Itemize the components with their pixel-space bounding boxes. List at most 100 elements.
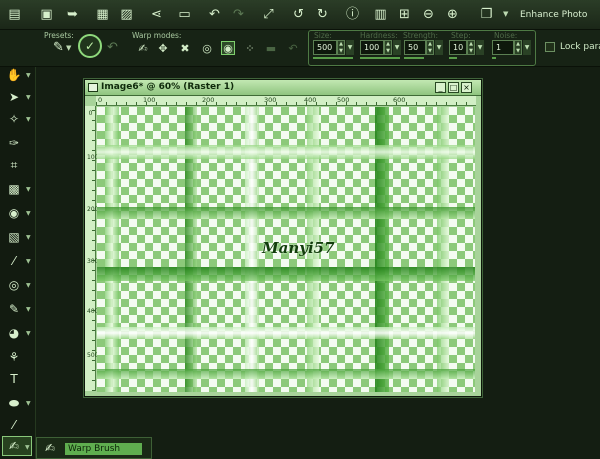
- image-window[interactable]: Image6* @ 60% (Raster 1) _ □ × 0 100 200…: [84, 79, 482, 397]
- warp-brush-icon: ✍: [45, 441, 56, 455]
- noise-mode-icon[interactable]: ⁘: [243, 41, 257, 55]
- contract-mode-icon[interactable]: ✖: [178, 41, 192, 55]
- shape-icon[interactable]: ⬬: [6, 395, 22, 411]
- chevron-down-icon[interactable]: ▼: [26, 283, 32, 289]
- strength-stepper[interactable]: ▲ ▼: [426, 40, 434, 55]
- hardness-slider[interactable]: [360, 57, 400, 59]
- image-canvas[interactable]: Manyi57: [97, 107, 475, 392]
- minimize-icon[interactable]: _: [435, 82, 446, 93]
- chevron-down-icon[interactable]: ▼: [26, 331, 32, 337]
- new-icon[interactable]: ▤: [6, 6, 23, 23]
- noise-stepper[interactable]: ▲ ▼: [514, 40, 522, 55]
- zoom-in-icon[interactable]: ⊕: [444, 6, 461, 23]
- ruler-label: 500: [337, 96, 350, 104]
- save-icon[interactable]: ▦: [94, 6, 111, 23]
- lock-checkbox[interactable]: [545, 42, 555, 52]
- pan-icon[interactable]: ✋: [6, 67, 22, 83]
- grid-icon[interactable]: ⊞: [396, 6, 413, 23]
- noise-label: Noise:: [494, 31, 518, 40]
- unwarp-mode-icon[interactable]: ↶: [286, 41, 300, 55]
- open-icon[interactable]: ▣: [38, 6, 55, 23]
- steps-label: Step:: [451, 31, 471, 40]
- hardness-dropdown-icon[interactable]: ▼: [393, 40, 401, 55]
- iron-mode-icon[interactable]: ▬: [264, 41, 278, 55]
- eraser-icon[interactable]: ✎: [6, 301, 22, 317]
- chevron-down-icon[interactable]: ▼: [26, 187, 32, 193]
- crop-icon[interactable]: ⌗: [6, 157, 22, 173]
- warp-modes-label: Warp modes:: [132, 31, 182, 40]
- tool-name-tab: ✍ Warp Brush: [36, 437, 152, 459]
- apply-button[interactable]: ✓: [78, 34, 102, 58]
- print-icon[interactable]: ▭: [176, 6, 193, 23]
- chevron-down-icon[interactable]: ▼: [26, 235, 32, 241]
- text-icon[interactable]: T: [6, 371, 22, 387]
- chevron-down-icon[interactable]: ▼: [26, 95, 32, 101]
- noise-slider[interactable]: [492, 57, 496, 59]
- preset-dropdown-icon[interactable]: ▼: [66, 45, 73, 52]
- size-dropdown-icon[interactable]: ▼: [346, 40, 354, 55]
- noise-dropdown-icon[interactable]: ▼: [523, 40, 531, 55]
- dropper-icon[interactable]: ✑: [6, 135, 22, 151]
- maximize-icon[interactable]: □: [448, 82, 459, 93]
- steps-dropdown-icon[interactable]: ▼: [476, 40, 484, 55]
- reset-icon[interactable]: ↶: [104, 39, 121, 56]
- undo-icon[interactable]: ↶: [206, 6, 223, 23]
- ruler-label: 200: [87, 206, 99, 213]
- save-as-icon[interactable]: ▨: [118, 6, 135, 23]
- strength-slider[interactable]: [404, 57, 424, 59]
- info-icon[interactable]: ⓘ: [344, 6, 361, 23]
- steps-stepper[interactable]: ▲ ▼: [467, 40, 475, 55]
- twirl-right-icon[interactable]: ◎: [200, 41, 214, 55]
- active-tool-warp-brush[interactable]: ✍ ▼: [2, 436, 32, 456]
- size-slider[interactable]: [313, 57, 353, 59]
- expand-mode-icon[interactable]: ✥: [156, 41, 170, 55]
- preset-brush-icon[interactable]: ✎: [50, 39, 67, 56]
- straighten-icon[interactable]: ▩: [6, 181, 22, 197]
- noise-field[interactable]: 1: [492, 40, 514, 55]
- hardness-field[interactable]: 100: [360, 40, 384, 55]
- ruler-label: 300: [264, 96, 277, 104]
- copy-icon[interactable]: ❐: [478, 6, 495, 23]
- enhance-photo-menu[interactable]: Enhance Photo: [520, 10, 587, 20]
- pick-icon[interactable]: ➤: [6, 89, 22, 105]
- size-stepper[interactable]: ▲ ▼: [337, 40, 345, 55]
- rotate-right-icon[interactable]: ↻: [314, 6, 331, 23]
- steps-field[interactable]: 10: [449, 40, 467, 55]
- chevron-down-icon[interactable]: ▼: [26, 307, 32, 313]
- rotate-left-icon[interactable]: ↺: [290, 6, 307, 23]
- selection-icon[interactable]: ✧: [6, 111, 22, 127]
- strength-field[interactable]: 50: [404, 40, 426, 55]
- image-window-title: Image6* @ 60% (Raster 1): [101, 82, 235, 92]
- hardness-stepper[interactable]: ▲ ▼: [384, 40, 392, 55]
- clone-icon[interactable]: ▧: [6, 229, 22, 245]
- chevron-down-icon[interactable]: ▼: [26, 211, 32, 217]
- chevron-down-icon[interactable]: ▼: [503, 11, 510, 18]
- lock-label: Lock para: [560, 42, 600, 52]
- picture-tube-icon[interactable]: ⚘: [6, 349, 22, 365]
- size-field[interactable]: 500: [313, 40, 337, 55]
- red-eye-icon[interactable]: ◉: [6, 205, 22, 221]
- histogram-icon[interactable]: ▥: [372, 6, 389, 23]
- ruler-label: 500: [87, 352, 99, 359]
- fill-icon[interactable]: ◕: [6, 325, 22, 341]
- pen-icon[interactable]: ⁄: [6, 417, 22, 433]
- plaid-stripe: [97, 267, 475, 281]
- image-window-titlebar[interactable]: Image6* @ 60% (Raster 1) _ □ ×: [85, 80, 481, 96]
- push-mode-icon[interactable]: ✍: [136, 41, 150, 55]
- revert-icon[interactable]: ➥: [64, 6, 81, 23]
- resize-icon[interactable]: ⤢: [260, 6, 277, 23]
- chevron-down-icon[interactable]: ▼: [26, 73, 32, 79]
- chevron-down-icon[interactable]: ▼: [26, 401, 32, 407]
- redo-icon[interactable]: ↷: [230, 6, 247, 23]
- ruler-label: 0: [88, 110, 93, 117]
- steps-slider[interactable]: [449, 57, 457, 59]
- strength-dropdown-icon[interactable]: ▼: [435, 40, 443, 55]
- chevron-down-icon[interactable]: ▼: [26, 259, 32, 265]
- close-icon[interactable]: ×: [461, 82, 472, 93]
- twirl-left-icon[interactable]: ◉: [221, 41, 235, 55]
- share-icon[interactable]: ⋖: [148, 6, 165, 23]
- paint-brush-icon[interactable]: ⁄: [6, 253, 22, 269]
- retouch-icon[interactable]: ◎: [6, 277, 22, 293]
- zoom-out-icon[interactable]: ⊖: [420, 6, 437, 23]
- chevron-down-icon[interactable]: ▼: [26, 117, 32, 123]
